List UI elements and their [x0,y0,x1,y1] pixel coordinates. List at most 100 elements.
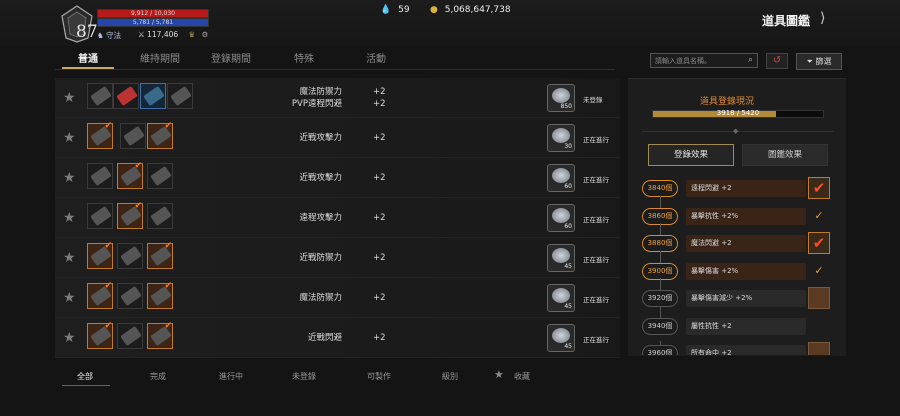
trophy-icon[interactable]: ♛ [189,30,196,39]
item-slot[interactable] [167,83,193,109]
milestone-count: 3860個 [642,207,678,225]
stat-value: +2 [373,133,386,143]
material-icon[interactable]: 60 [547,204,575,232]
list-item[interactable]: ★ ✔ ✔ 近戰攻擊力 +2 30 正在進行 [55,118,620,158]
hp-bar: 9,912 / 10,030 [97,9,209,18]
milestone-item[interactable]: 3940個 屬性抗性 +2 [640,305,840,342]
item-slot[interactable] [147,163,173,189]
item-slot[interactable]: ✔ [147,281,173,309]
item-slot[interactable]: ✔ [87,121,113,149]
milestone-item[interactable]: 3860個 暴擊抗性 +2% ✓ [640,195,840,232]
reset-icon[interactable]: ↺ [766,53,788,69]
material-icon[interactable]: 60 [547,164,575,192]
milestone-effect: 暴擊抗性 +2% [686,207,806,225]
milestone-item[interactable]: 3960個 所有命中 +2 [640,341,840,355]
item-slot[interactable] [147,203,173,229]
milestone-item[interactable]: 3900個 暴擊傷害 +2% ✓ [640,250,840,287]
status-label: 正在進行 [583,256,609,264]
settings-icon[interactable]: ⚙ [202,30,209,39]
armor-icon [120,285,142,307]
list-item[interactable]: ★ ✔ ✔ 近戰防禦力 +2 45 正在進行 [55,238,620,278]
status-label: 正在進行 [583,336,609,344]
bottom-tab-all[interactable]: 全部 [77,371,93,382]
bottom-tab-in-progress[interactable]: 進行中 [219,371,243,382]
milestone-item[interactable]: 3840個 遠程閃避 +2 ✔ [640,176,840,204]
favorite-star-icon[interactable]: ★ [63,210,76,226]
material-icon[interactable]: 30 [547,124,575,152]
favorite-star-icon[interactable]: ★ [63,330,76,346]
item-slot[interactable]: ✔ [147,241,173,269]
gem-icon: 💧 [380,5,392,15]
item-slot[interactable]: ✔ [147,121,173,149]
registration-effect-button[interactable]: 登錄效果 [648,144,734,166]
item-slot[interactable] [120,123,146,149]
favorite-star-icon[interactable]: ★ [63,130,76,146]
reward-chest-icon[interactable] [808,287,830,309]
milestone-effect: 所有命中 +2 [686,345,806,355]
bottom-tab-craftable[interactable]: 可製作 [367,371,391,382]
stat-name: 近戰閃避 [307,333,342,343]
item-slot[interactable] [140,83,166,109]
material-icon[interactable]: 45 [547,244,575,272]
bottom-tab-complete[interactable]: 完成 [150,371,166,382]
item-slot[interactable] [87,203,113,229]
search-input[interactable]: 請輸入道具名稱。 [650,53,758,68]
tab-duration[interactable]: 維持期間 [140,50,180,65]
item-slot[interactable]: ✔ [117,161,143,189]
favorite-star-icon[interactable]: ★ [63,250,76,266]
item-slot[interactable] [87,83,113,109]
tab-event[interactable]: 活動 [366,50,386,65]
item-slot[interactable]: ✔ [87,241,113,269]
item-slot[interactable] [117,243,143,269]
divider-ornament-icon: ◆ [733,127,739,135]
milestone-count: 3900個 [642,262,678,280]
weapon-icon [90,165,112,187]
search-icon[interactable]: ⌕ [748,55,753,65]
favorite-star-icon[interactable]: ★ [494,368,504,381]
connector-line [660,223,661,235]
milestone-item[interactable]: 3920個 暴擊傷害減少 +2% [640,278,840,314]
tab-registration-period[interactable]: 登錄期間 [211,50,251,65]
tab-normal[interactable]: 普通 [78,50,98,65]
item-slot[interactable] [117,283,143,309]
favorite-star-icon[interactable]: ★ [63,290,76,306]
bottom-tab-favorites[interactable]: 收藏 [514,371,530,382]
milestone-effect: 遠程閃避 +2 [686,180,806,197]
bottom-tab-unregistered[interactable]: 未登錄 [292,371,316,382]
material-icon[interactable]: 850 [547,84,575,112]
collection-effect-button[interactable]: 圖鑑效果 [742,144,828,166]
tab-divider [55,69,615,70]
list-item[interactable]: ★ ✔ ✔ 近戰閃避 +2 45 正在進行 [55,318,620,358]
bottom-tab-grade[interactable]: 級別 [442,371,458,382]
milestone-item[interactable]: 3880個 魔法閃避 +2 ✔ [640,223,840,259]
gold-counter: ● 5,068,647,738 [430,5,511,15]
active-tab-indicator [62,67,114,69]
item-slot[interactable] [113,83,139,109]
item-slot[interactable]: ✔ [117,201,143,229]
panel-title: 道具登錄現況 [700,97,755,107]
stat-value: +2 [373,173,386,183]
milestone-count: 3940個 [642,317,678,335]
reward-claimed-check-icon[interactable]: ✔ [808,232,830,254]
filter-button[interactable]: ⏷ 篩選 [796,53,842,70]
material-icon[interactable]: 45 [547,284,575,312]
list-item[interactable]: ★ ✔ 遠程攻擊力 +2 60 正在進行 [55,198,620,238]
favorite-star-icon[interactable]: ★ [63,170,76,186]
reward-claimed-check-icon[interactable]: ✔ [808,177,830,199]
material-icon[interactable]: 45 [547,324,575,352]
item-slot[interactable]: ✔ [147,321,173,349]
item-slot[interactable] [87,163,113,189]
list-item[interactable]: ★ ✔ ✔ 魔法防禦力 +2 45 正在進行 [55,278,620,318]
list-item[interactable]: ★ ✔ 近戰攻擊力 +2 60 正在進行 [55,158,620,198]
favorite-star-icon[interactable]: ★ [63,90,76,106]
reward-chest-icon[interactable] [808,342,830,355]
item-slot[interactable] [117,323,143,349]
chevron-right-icon[interactable]: ⟩ [820,10,825,26]
connector-line [660,278,661,290]
item-slot[interactable]: ✔ [87,321,113,349]
item-slot[interactable]: ✔ [87,281,113,309]
tick-icon: ✓ [814,208,824,222]
tab-special[interactable]: 特殊 [294,50,314,65]
funnel-icon: ⏷ [806,57,813,66]
list-item[interactable]: ★ 魔法防禦力 PVP遠程閃避 +2 +2 850 未登錄 [55,78,620,118]
